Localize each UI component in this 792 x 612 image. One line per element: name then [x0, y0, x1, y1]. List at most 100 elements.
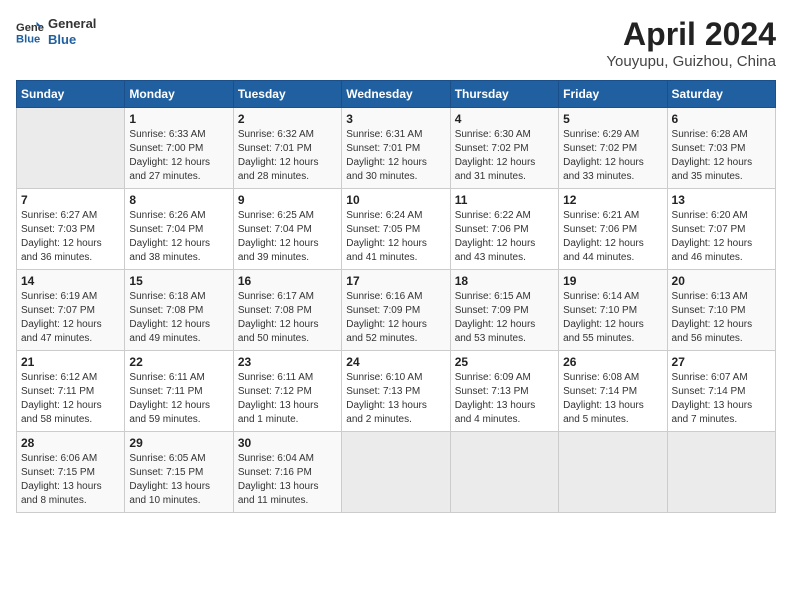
- header-day-thursday: Thursday: [450, 81, 558, 108]
- title-block: April 2024 Youyupu, Guizhou, China: [606, 16, 776, 70]
- calendar-cell: 20Sunrise: 6:13 AM Sunset: 7:10 PM Dayli…: [667, 270, 775, 351]
- calendar-cell: 6 Sunrise: 6:28 AM Sunset: 7:03 PM Daylig…: [667, 108, 775, 189]
- day-info: Sunrise: 6:25 AM Sunset: 7:04 PM Dayligh…: [238, 209, 337, 265]
- day-number: 16: [238, 274, 337, 288]
- calendar-cell: [342, 432, 450, 513]
- page-title: April 2024: [606, 16, 776, 53]
- day-number: 15: [129, 274, 228, 288]
- calendar-cell: 3 Sunrise: 6:31 AM Sunset: 7:01 PM Daylig…: [342, 108, 450, 189]
- day-number: 10: [346, 193, 445, 207]
- day-info: Sunrise: 6:30 AM Sunset: 7:02 PM Dayligh…: [455, 128, 554, 184]
- svg-text:General: General: [16, 22, 44, 34]
- calendar-week-0: 1 Sunrise: 6:33 AM Sunset: 7:00 PM Daylig…: [17, 108, 776, 189]
- calendar-cell: 24 Sunrise: 6:10 AM Sunset: 7:13 PM Dayli…: [342, 351, 450, 432]
- day-info: Sunrise: 6:15 AM Sunset: 7:09 PM Dayligh…: [455, 290, 554, 346]
- calendar-cell: 30Sunrise: 6:04 AM Sunset: 7:16 PM Dayli…: [233, 432, 341, 513]
- day-number: 18: [455, 274, 554, 288]
- day-info: Sunrise: 6:33 AM Sunset: 7:00 PM Dayligh…: [129, 128, 228, 184]
- calendar-table: SundayMondayTuesdayWednesdayThursdayFrid…: [16, 80, 776, 513]
- header-row: SundayMondayTuesdayWednesdayThursdayFrid…: [17, 81, 776, 108]
- day-info: Sunrise: 6:31 AM Sunset: 7:01 PM Dayligh…: [346, 128, 445, 184]
- day-info: Sunrise: 6:32 AM Sunset: 7:01 PM Dayligh…: [238, 128, 337, 184]
- calendar-cell: 9 Sunrise: 6:25 AM Sunset: 7:04 PM Daylig…: [233, 189, 341, 270]
- day-number: 25: [455, 355, 554, 369]
- calendar-cell: 1 Sunrise: 6:33 AM Sunset: 7:00 PM Daylig…: [125, 108, 233, 189]
- day-info: Sunrise: 6:16 AM Sunset: 7:09 PM Dayligh…: [346, 290, 445, 346]
- calendar-cell: 29 Sunrise: 6:05 AM Sunset: 7:15 PM Dayli…: [125, 432, 233, 513]
- calendar-cell: 13 Sunrise: 6:20 AM Sunset: 7:07 PM Dayli…: [667, 189, 775, 270]
- day-info: Sunrise: 6:27 AM Sunset: 7:03 PM Dayligh…: [21, 209, 120, 265]
- logo-icon: General Blue: [16, 18, 44, 46]
- logo-line2: Blue: [48, 32, 96, 48]
- calendar-cell: 28Sunrise: 6:06 AM Sunset: 7:15 PM Dayli…: [17, 432, 125, 513]
- day-number: 22: [129, 355, 228, 369]
- page-header: General Blue General Blue April 2024 You…: [16, 16, 776, 70]
- calendar-cell: 7 Sunrise: 6:27 AM Sunset: 7:03 PM Daylig…: [17, 189, 125, 270]
- calendar-cell: 27 Sunrise: 6:07 AM Sunset: 7:14 PM Dayli…: [667, 351, 775, 432]
- calendar-cell: [450, 432, 558, 513]
- day-number: 1: [129, 112, 228, 126]
- header-day-friday: Friday: [559, 81, 667, 108]
- calendar-cell: [17, 108, 125, 189]
- day-number: 24: [346, 355, 445, 369]
- calendar-week-4: 28Sunrise: 6:06 AM Sunset: 7:15 PM Dayli…: [17, 432, 776, 513]
- calendar-cell: 17 Sunrise: 6:16 AM Sunset: 7:09 PM Dayli…: [342, 270, 450, 351]
- day-info: Sunrise: 6:12 AM Sunset: 7:11 PM Dayligh…: [21, 371, 120, 427]
- svg-text:Blue: Blue: [16, 33, 40, 45]
- header-day-saturday: Saturday: [667, 81, 775, 108]
- day-number: 12: [563, 193, 662, 207]
- day-info: Sunrise: 6:11 AM Sunset: 7:11 PM Dayligh…: [129, 371, 228, 427]
- day-info: Sunrise: 6:28 AM Sunset: 7:03 PM Dayligh…: [672, 128, 771, 184]
- day-number: 23: [238, 355, 337, 369]
- day-info: Sunrise: 6:09 AM Sunset: 7:13 PM Dayligh…: [455, 371, 554, 427]
- day-info: Sunrise: 6:22 AM Sunset: 7:06 PM Dayligh…: [455, 209, 554, 265]
- day-info: Sunrise: 6:17 AM Sunset: 7:08 PM Dayligh…: [238, 290, 337, 346]
- header-day-wednesday: Wednesday: [342, 81, 450, 108]
- header-day-sunday: Sunday: [17, 81, 125, 108]
- logo-text: General Blue: [48, 16, 96, 47]
- calendar-cell: 11 Sunrise: 6:22 AM Sunset: 7:06 PM Dayli…: [450, 189, 558, 270]
- day-number: 14: [21, 274, 120, 288]
- day-number: 9: [238, 193, 337, 207]
- day-number: 4: [455, 112, 554, 126]
- day-info: Sunrise: 6:08 AM Sunset: 7:14 PM Dayligh…: [563, 371, 662, 427]
- calendar-week-2: 14Sunrise: 6:19 AM Sunset: 7:07 PM Dayli…: [17, 270, 776, 351]
- day-info: Sunrise: 6:07 AM Sunset: 7:14 PM Dayligh…: [672, 371, 771, 427]
- header-day-monday: Monday: [125, 81, 233, 108]
- calendar-cell: [559, 432, 667, 513]
- calendar-cell: 5Sunrise: 6:29 AM Sunset: 7:02 PM Daylig…: [559, 108, 667, 189]
- calendar-cell: 16 Sunrise: 6:17 AM Sunset: 7:08 PM Dayli…: [233, 270, 341, 351]
- day-number: 26: [563, 355, 662, 369]
- day-number: 8: [129, 193, 228, 207]
- calendar-cell: 18 Sunrise: 6:15 AM Sunset: 7:09 PM Dayli…: [450, 270, 558, 351]
- calendar-header: SundayMondayTuesdayWednesdayThursdayFrid…: [17, 81, 776, 108]
- calendar-cell: 4 Sunrise: 6:30 AM Sunset: 7:02 PM Daylig…: [450, 108, 558, 189]
- day-number: 11: [455, 193, 554, 207]
- day-number: 3: [346, 112, 445, 126]
- day-info: Sunrise: 6:10 AM Sunset: 7:13 PM Dayligh…: [346, 371, 445, 427]
- calendar-cell: 21Sunrise: 6:12 AM Sunset: 7:11 PM Dayli…: [17, 351, 125, 432]
- logo-line1: General: [48, 16, 96, 32]
- calendar-cell: 26 Sunrise: 6:08 AM Sunset: 7:14 PM Dayli…: [559, 351, 667, 432]
- day-number: 7: [21, 193, 120, 207]
- day-info: Sunrise: 6:11 AM Sunset: 7:12 PM Dayligh…: [238, 371, 337, 427]
- day-info: Sunrise: 6:26 AM Sunset: 7:04 PM Dayligh…: [129, 209, 228, 265]
- day-info: Sunrise: 6:18 AM Sunset: 7:08 PM Dayligh…: [129, 290, 228, 346]
- day-number: 28: [21, 436, 120, 450]
- calendar-cell: 8 Sunrise: 6:26 AM Sunset: 7:04 PM Daylig…: [125, 189, 233, 270]
- calendar-body: 1 Sunrise: 6:33 AM Sunset: 7:00 PM Daylig…: [17, 108, 776, 513]
- day-number: 17: [346, 274, 445, 288]
- day-info: Sunrise: 6:20 AM Sunset: 7:07 PM Dayligh…: [672, 209, 771, 265]
- day-info: Sunrise: 6:24 AM Sunset: 7:05 PM Dayligh…: [346, 209, 445, 265]
- calendar-cell: 19Sunrise: 6:14 AM Sunset: 7:10 PM Dayli…: [559, 270, 667, 351]
- day-number: 6: [672, 112, 771, 126]
- calendar-cell: 10 Sunrise: 6:24 AM Sunset: 7:05 PM Dayli…: [342, 189, 450, 270]
- day-number: 27: [672, 355, 771, 369]
- calendar-week-1: 7 Sunrise: 6:27 AM Sunset: 7:03 PM Daylig…: [17, 189, 776, 270]
- calendar-week-3: 21Sunrise: 6:12 AM Sunset: 7:11 PM Dayli…: [17, 351, 776, 432]
- day-number: 13: [672, 193, 771, 207]
- calendar-cell: [667, 432, 775, 513]
- day-number: 29: [129, 436, 228, 450]
- calendar-cell: 12Sunrise: 6:21 AM Sunset: 7:06 PM Dayli…: [559, 189, 667, 270]
- day-info: Sunrise: 6:05 AM Sunset: 7:15 PM Dayligh…: [129, 452, 228, 508]
